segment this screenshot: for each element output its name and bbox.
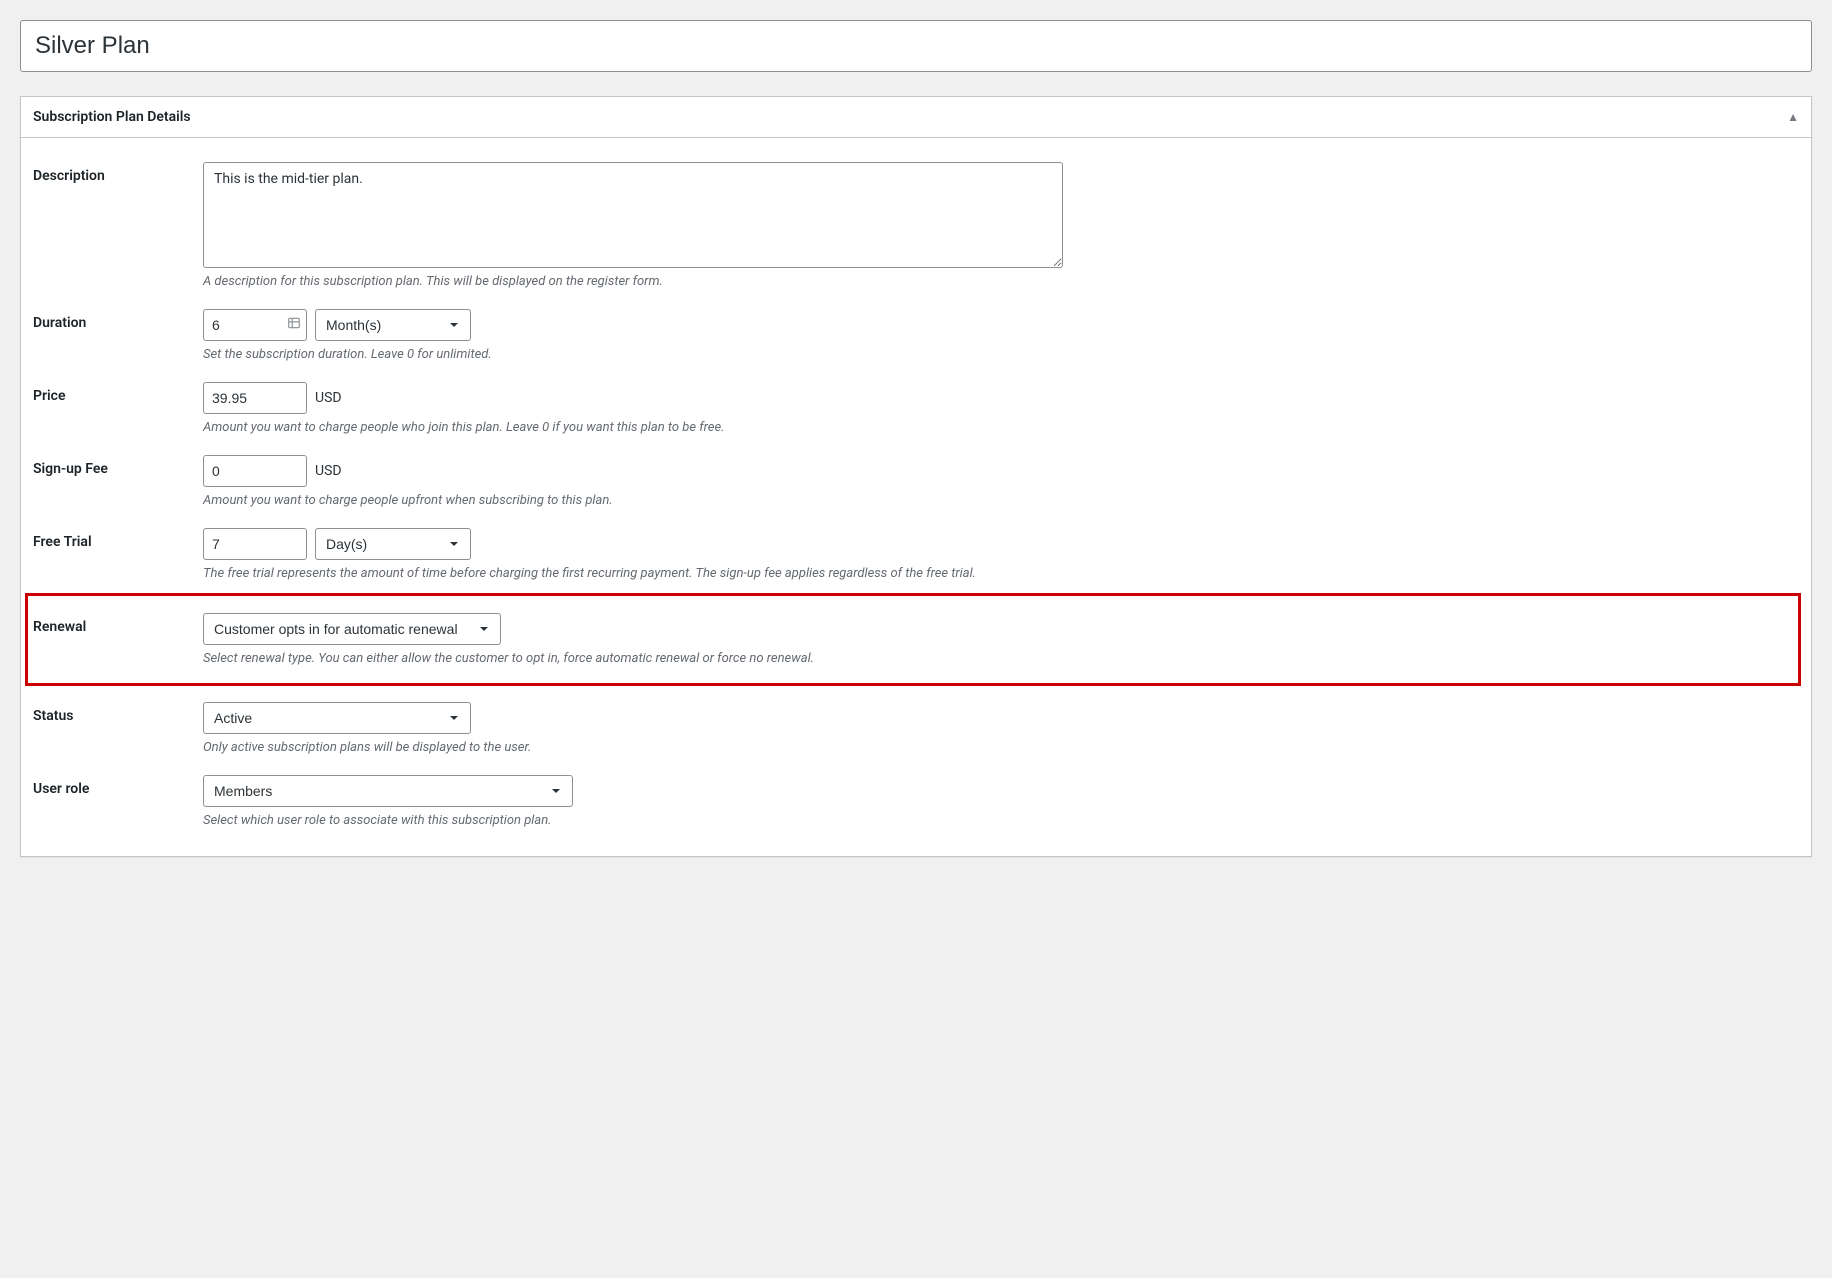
description-label: Description — [33, 162, 203, 184]
price-help: Amount you want to charge people who joi… — [203, 420, 1799, 435]
status-label: Status — [33, 702, 203, 724]
free-trial-help: The free trial represents the amount of … — [203, 566, 1799, 581]
signup-fee-input[interactable] — [203, 455, 307, 487]
row-free-trial: Free Trial Day(s) The free trial represe… — [33, 516, 1799, 589]
user-role-help: Select which user role to associate with… — [203, 813, 1799, 828]
signup-fee-help: Amount you want to charge people upfront… — [203, 493, 1799, 508]
row-user-role: User role Members Select which user role… — [33, 763, 1799, 836]
user-role-select[interactable]: Members — [203, 775, 573, 807]
row-signup-fee: Sign-up Fee USD Amount you want to charg… — [33, 443, 1799, 516]
free-trial-input[interactable] — [203, 528, 307, 560]
panel-heading: Subscription Plan Details — [33, 97, 191, 137]
description-help: A description for this subscription plan… — [203, 274, 1799, 289]
free-trial-unit-select[interactable]: Day(s) — [315, 528, 471, 560]
row-duration: Duration Month(s) Set the subscription d… — [33, 297, 1799, 370]
free-trial-label: Free Trial — [33, 528, 203, 550]
status-help: Only active subscription plans will be d… — [203, 740, 1799, 755]
signup-fee-label: Sign-up Fee — [33, 455, 203, 477]
price-input[interactable] — [203, 382, 307, 414]
duration-label: Duration — [33, 309, 203, 331]
plan-title-input[interactable] — [20, 20, 1812, 72]
duration-input[interactable] — [203, 309, 307, 341]
price-label: Price — [33, 382, 203, 404]
row-price: Price USD Amount you want to charge peop… — [33, 370, 1799, 443]
signup-fee-currency: USD — [315, 463, 342, 479]
renewal-label: Renewal — [33, 613, 203, 635]
price-currency: USD — [315, 390, 342, 406]
row-status: Status Active Only active subscription p… — [33, 690, 1799, 763]
duration-unit-select[interactable]: Month(s) — [315, 309, 471, 341]
duration-help: Set the subscription duration. Leave 0 f… — [203, 347, 1799, 362]
panel-header: Subscription Plan Details ▲ — [21, 97, 1811, 138]
collapse-toggle-icon[interactable]: ▲ — [1787, 110, 1799, 124]
row-description: Description This is the mid-tier plan. A… — [33, 150, 1799, 297]
renewal-select[interactable]: Customer opts in for automatic renewal — [203, 613, 501, 645]
plan-details-panel: Subscription Plan Details ▲ Description … — [20, 96, 1812, 857]
description-textarea[interactable]: This is the mid-tier plan. — [203, 162, 1063, 268]
status-select[interactable]: Active — [203, 702, 471, 734]
panel-body: Description This is the mid-tier plan. A… — [21, 138, 1811, 856]
row-renewal: Renewal Customer opts in for automatic r… — [27, 595, 1799, 684]
renewal-help: Select renewal type. You can either allo… — [203, 651, 1793, 666]
user-role-label: User role — [33, 775, 203, 797]
